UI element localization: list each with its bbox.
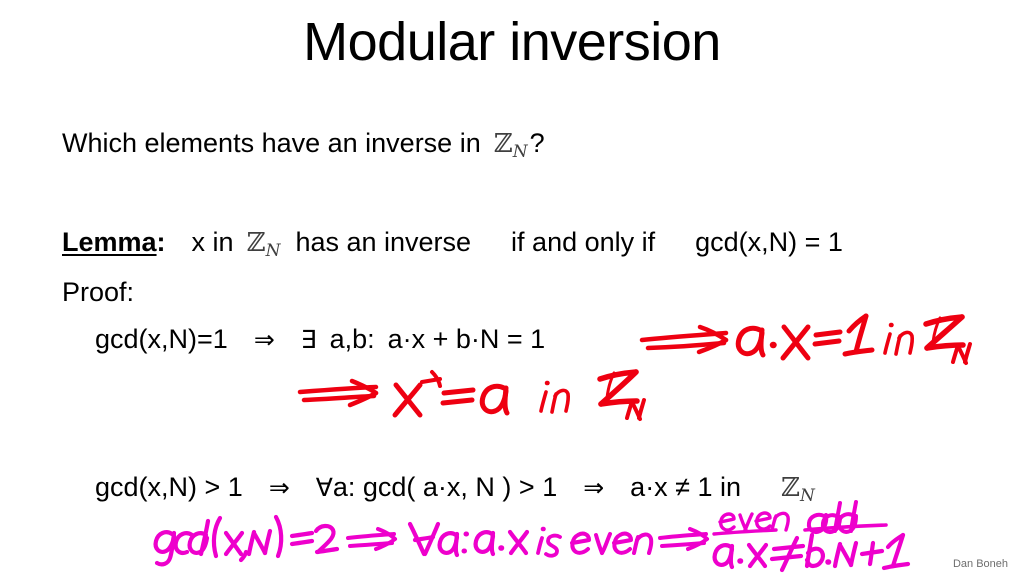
implies-icon: ⇒ <box>268 473 290 502</box>
red-equals-2 <box>440 387 476 406</box>
eq-forward-quantified: a,b: <box>329 324 375 354</box>
magenta-text-is <box>536 526 562 558</box>
blackboard-z-icon: ℤN <box>781 473 815 506</box>
lemma-line: Lemma: x in ℤN has an inverse if and only if… <box>62 225 843 268</box>
slide-canvas: Modular inversion Which elements have an… <box>0 0 1024 576</box>
eq-forward-lhs: gcd(x,N)=1 <box>95 324 228 354</box>
equation-backward: gcd(x,N) > 1 ⇒ ∀a: gcd( a·x, N ) > 1 ⇒ a·x ≠… <box>95 470 817 513</box>
eq-backward-mid: a: gcd( a·x, N ) > 1 <box>332 472 558 502</box>
magenta-underline-even <box>712 528 778 536</box>
z-subscript: N <box>800 486 815 506</box>
magenta-underline-odd <box>803 523 888 532</box>
red-annotation-line-1 <box>639 313 972 365</box>
red-text-a-2 <box>479 383 510 416</box>
z-subscript: N <box>265 241 281 261</box>
magenta-text-bn-plus-1 <box>804 532 911 571</box>
proof-label: Proof: <box>62 277 135 307</box>
magenta-not-equal-icon <box>769 535 806 573</box>
magenta-forall-a <box>407 521 469 558</box>
exists-icon: ∃ <box>300 325 317 354</box>
red-text-in-2 <box>539 380 571 414</box>
red-implies-arrow-2 <box>297 378 379 408</box>
eq-backward-rhs: a·x ≠ 1 in <box>630 472 742 502</box>
red-subscript-n-1 <box>951 342 972 365</box>
magenta-text-ax-1 <box>473 529 530 557</box>
magenta-text-gcd <box>153 514 340 567</box>
eq-forward-rhs: a·x + b·N = 1 <box>387 324 546 354</box>
magenta-text-even <box>570 531 654 555</box>
red-implies-arrow-1 <box>639 324 729 355</box>
blackboard-z-icon: ℤN <box>493 129 528 162</box>
red-text-x-inverse <box>392 382 423 418</box>
implies-icon: ⇒ <box>253 325 275 354</box>
magenta-label-even-above <box>718 511 790 532</box>
lemma-part2: has an inverse <box>295 227 472 257</box>
question-prefix: Which elements have an inverse in <box>62 128 481 158</box>
red-blackboard-z-2 <box>597 369 640 407</box>
magenta-text-ax-2 <box>712 542 769 570</box>
lemma-part1: x in <box>191 227 234 257</box>
equation-forward: gcd(x,N)=1 ⇒ ∃ a,b: a·x + b·N = 1 <box>95 322 545 357</box>
forall-icon: ∀ <box>315 473 333 502</box>
question-suffix: ? <box>529 128 545 158</box>
magenta-implies-arrow-2 <box>658 527 709 551</box>
red-blackboard-z-1 <box>923 314 966 351</box>
red-superscript-minus-one <box>420 370 442 388</box>
implies-icon: ⇒ <box>583 473 605 502</box>
magenta-implies-arrow-1 <box>346 527 397 551</box>
blackboard-z-icon: ℤN <box>246 228 281 261</box>
page-title: Modular inversion <box>303 12 721 72</box>
red-text-ax-equals-1 <box>735 313 875 361</box>
red-annotation-line-2 <box>297 369 646 421</box>
lemma-part4: gcd(x,N) = 1 <box>695 227 843 257</box>
eq-backward-lhs: gcd(x,N) > 1 <box>95 472 243 502</box>
question-line: Which elements have an inverse in ℤN? <box>62 126 545 169</box>
z-subscript: N <box>512 142 528 162</box>
red-text-in-1 <box>883 322 915 356</box>
lemma-label: Lemma <box>62 227 157 257</box>
lemma-part3: if and only if <box>511 227 656 257</box>
author-footer: Dan Boneh <box>952 558 1008 570</box>
lemma-colon: : <box>156 227 166 257</box>
red-subscript-n-2 <box>625 398 646 421</box>
